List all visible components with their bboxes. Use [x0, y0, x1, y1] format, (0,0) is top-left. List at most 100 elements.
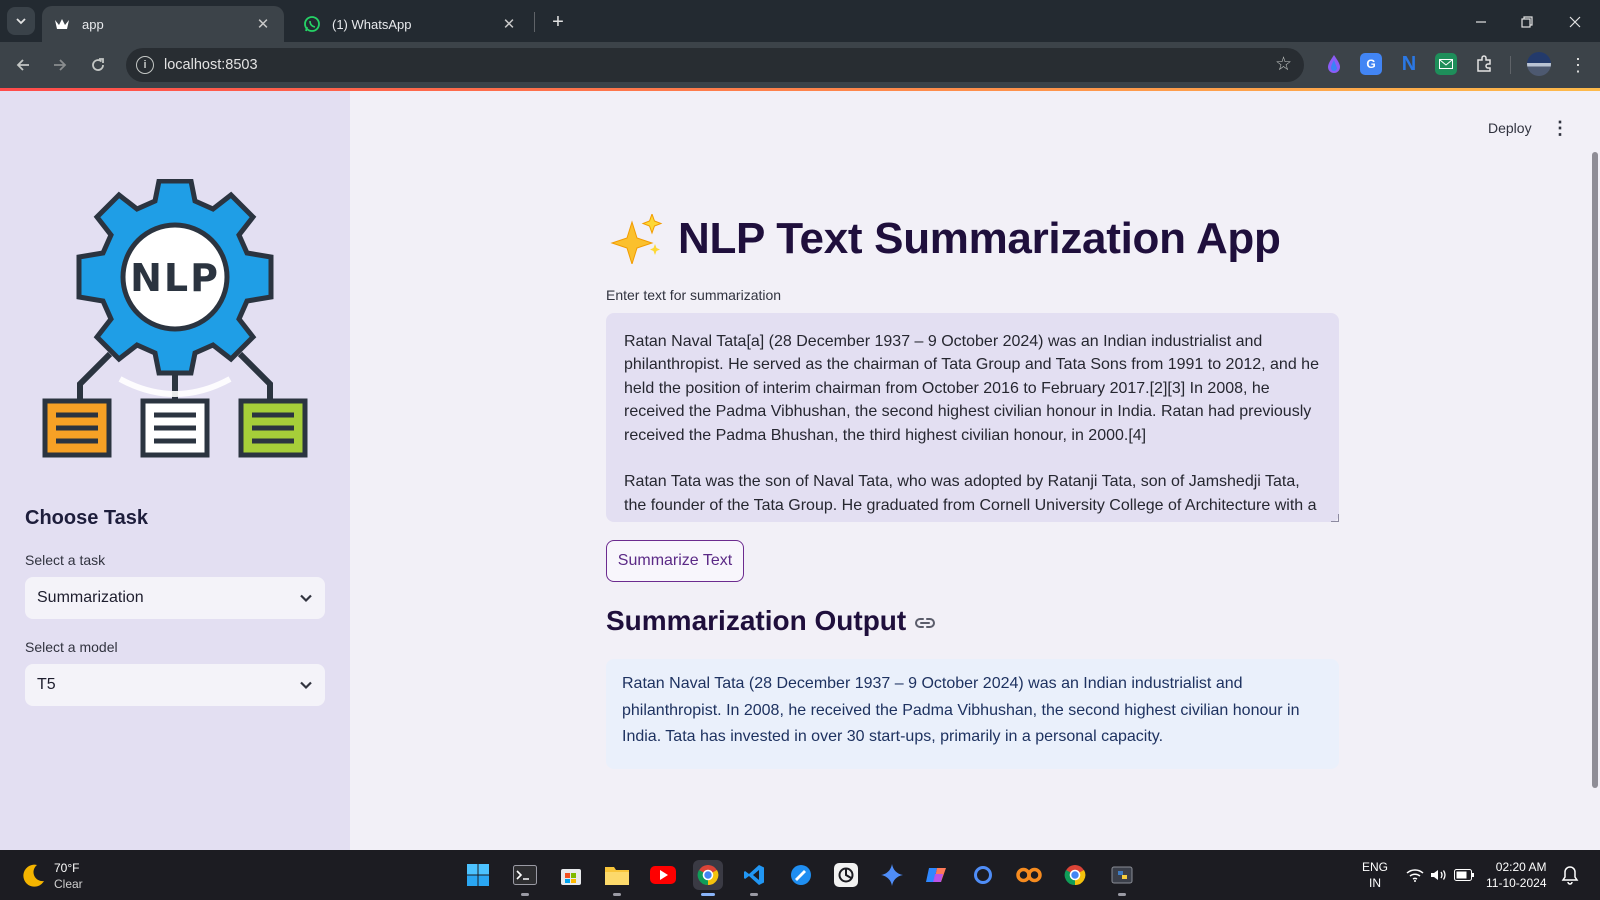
close-icon[interactable]: ✕	[254, 15, 272, 33]
tab-search-button[interactable]	[7, 7, 35, 35]
page-title-row: NLP Text Summarization App	[610, 214, 1281, 264]
language-indicator[interactable]: ENG IN	[1362, 859, 1388, 891]
running-indicator	[1118, 893, 1126, 896]
task-select[interactable]: Summarization	[25, 577, 325, 619]
streamlit-crown-icon	[54, 16, 70, 32]
weather-condition: Clear	[54, 877, 83, 891]
input-label: Enter text for summarization	[606, 287, 782, 303]
forward-button[interactable]	[46, 51, 74, 79]
minimize-button[interactable]	[1458, 8, 1504, 36]
browser-toolbar: i localhost:8503 ☆ G N ⋮	[0, 42, 1600, 88]
running-indicator	[521, 893, 529, 896]
site-info-icon[interactable]: i	[136, 56, 154, 74]
file-explorer-icon[interactable]	[602, 860, 632, 896]
running-indicator	[750, 893, 758, 896]
address-bar[interactable]: i localhost:8503 ☆	[126, 48, 1304, 82]
n-extension-icon[interactable]: N	[1398, 53, 1420, 75]
youtube-icon[interactable]	[648, 860, 678, 890]
page-title: NLP Text Summarization App	[678, 214, 1281, 263]
language-code: ENG	[1362, 860, 1389, 874]
vscode-icon[interactable]	[739, 860, 769, 896]
moon-icon	[23, 864, 44, 887]
toolbar-separator	[1510, 56, 1511, 74]
weather-widget[interactable]: 70°F Clear	[20, 860, 83, 892]
tab-app[interactable]: app ✕	[42, 6, 284, 42]
terminal-icon[interactable]	[510, 860, 540, 896]
summarize-button[interactable]: Summarize Text	[606, 540, 744, 582]
infinity-app-icon[interactable]	[1014, 860, 1044, 890]
chevron-down-icon	[300, 594, 312, 603]
edge-browser-icon[interactable]	[786, 860, 816, 890]
microsoft-store-icon[interactable]	[556, 860, 586, 890]
summary-output-box: Ratan Naval Tata (28 December 1937 – 9 O…	[606, 659, 1339, 769]
battery-icon[interactable]	[1454, 865, 1474, 885]
running-indicator	[613, 893, 621, 896]
running-indicator	[701, 893, 715, 896]
summarization-textarea[interactable]: Ratan Naval Tata[a] (28 December 1937 – …	[606, 313, 1339, 522]
kebab-menu-icon: ⋮	[1551, 117, 1569, 138]
clock-date: 11-10-2024	[1486, 876, 1547, 890]
restore-button[interactable]	[1504, 8, 1550, 36]
resize-handle[interactable]	[1331, 514, 1339, 522]
windows-start-icon[interactable]	[463, 860, 493, 890]
sidebar: NLP Choose Task Select a task Summarizat…	[0, 91, 350, 850]
cortana-circle-icon[interactable]	[968, 860, 998, 890]
tab-title: (1) WhatsApp	[332, 16, 412, 32]
puzzle-extensions-icon[interactable]	[1473, 53, 1495, 75]
notification-bell-icon[interactable]	[1560, 865, 1580, 885]
volume-icon[interactable]	[1429, 865, 1449, 885]
model-select-label: Select a model	[25, 639, 118, 655]
chrome-menu-button[interactable]: ⋮	[1568, 51, 1588, 79]
reload-icon	[92, 58, 104, 71]
back-button[interactable]	[9, 51, 37, 79]
system-clock[interactable]: 02:20 AM 11-10-2024	[1486, 859, 1547, 891]
whatsapp-icon	[304, 16, 320, 32]
sparkles-icon	[610, 214, 663, 264]
gemini-icon[interactable]	[877, 860, 907, 890]
restore-icon	[1521, 16, 1533, 28]
arrow-left-icon	[16, 59, 29, 71]
page-scrollbar[interactable]	[1592, 152, 1598, 788]
url-text: localhost:8503	[164, 57, 258, 73]
link-icon[interactable]	[914, 612, 936, 634]
chevron-down-icon	[16, 18, 26, 25]
logo-text: NLP	[130, 256, 220, 300]
deploy-button[interactable]: Deploy	[1488, 120, 1532, 136]
weather-temperature: 70°F	[54, 861, 80, 875]
task-select-value: Summarization	[37, 589, 144, 606]
windows-taskbar: 70°F Clear ENG IN 02:20 AM 11-10-2024	[0, 850, 1600, 900]
textarea-paragraph: Ratan Tata was the son of Naval Tata, wh…	[624, 473, 1317, 514]
kebab-menu-icon: ⋮	[1569, 54, 1587, 75]
profile-avatar[interactable]	[1527, 52, 1551, 76]
nlp-gear-logo-icon: NLP	[42, 179, 308, 458]
clock-time: 02:20 AM	[1495, 860, 1547, 874]
wifi-icon[interactable]	[1405, 865, 1425, 885]
python-app-icon[interactable]	[1107, 860, 1137, 896]
region-code: IN	[1369, 876, 1381, 890]
app-menu-button[interactable]: ⋮	[1550, 118, 1570, 138]
close-window-button[interactable]	[1552, 8, 1598, 36]
chatgpt-icon[interactable]	[831, 860, 861, 890]
bookmark-star-icon[interactable]: ☆	[1275, 53, 1292, 76]
copilot-icon[interactable]	[922, 860, 952, 890]
translate-extension-icon[interactable]: G	[1360, 53, 1382, 75]
close-icon[interactable]: ✕	[500, 15, 518, 33]
model-select[interactable]: T5	[25, 664, 325, 706]
mail-extension-icon[interactable]	[1435, 53, 1457, 75]
minimize-icon	[1476, 21, 1486, 23]
reload-button[interactable]	[84, 51, 112, 79]
plus-icon: +	[552, 10, 564, 33]
new-tab-button[interactable]: +	[544, 8, 572, 36]
close-icon	[1569, 16, 1581, 28]
chrome-icon[interactable]	[693, 860, 723, 896]
extension-drop-icon[interactable]	[1323, 53, 1345, 75]
arrow-right-icon	[54, 59, 67, 71]
chrome-profile-icon[interactable]	[1060, 860, 1090, 890]
chevron-down-icon	[300, 681, 312, 690]
textarea-paragraph: Ratan Naval Tata[a] (28 December 1937 – …	[624, 333, 1319, 444]
browser-tab-bar: app ✕ (1) WhatsApp ✕ +	[0, 0, 1600, 42]
task-select-label: Select a task	[25, 552, 106, 568]
tab-title: app	[82, 16, 104, 32]
tab-whatsapp[interactable]: (1) WhatsApp ✕	[292, 6, 530, 42]
output-heading: Summarization Output	[606, 605, 907, 636]
